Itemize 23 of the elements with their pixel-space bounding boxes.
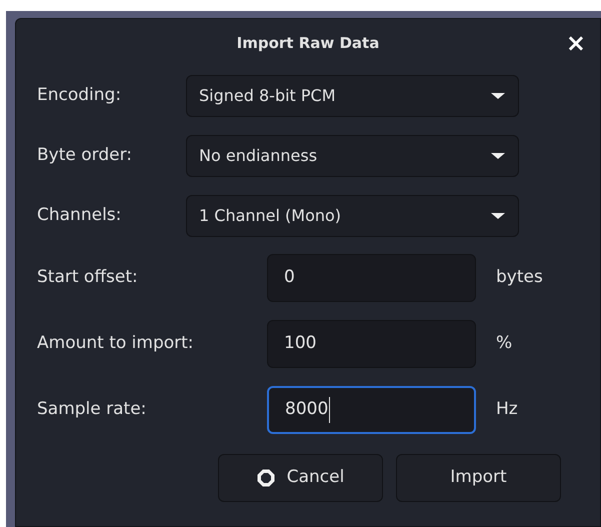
field-label: Channels: (36, 204, 122, 228)
field-label: Sample rate: (36, 398, 148, 422)
stop-icon (256, 469, 275, 487)
unit-label: % (496, 332, 512, 356)
field-label: Amount to import: (36, 332, 195, 356)
input-field[interactable]: 0 (267, 254, 476, 302)
caret-icon (490, 152, 506, 160)
dropdown[interactable]: Signed 8-bit PCM (186, 75, 519, 117)
field-label: Encoding: (36, 84, 122, 108)
caret-icon (490, 92, 506, 100)
cancel-button[interactable]: Cancel (218, 454, 383, 502)
import-button[interactable]: Import (396, 454, 561, 502)
dropdown[interactable]: No endianness (186, 135, 519, 177)
field-label: Byte order: (36, 144, 134, 168)
dropdown[interactable]: 1 Channel (Mono) (186, 195, 519, 237)
caret-icon (490, 212, 506, 220)
field-label: Start offset: (36, 266, 139, 290)
input-field[interactable]: 8000 (267, 386, 476, 434)
unit-label: Hz (496, 398, 518, 422)
close-button[interactable]: × (566, 31, 586, 55)
window-title: Import Raw Data (236, 32, 380, 54)
unit-label: bytes (496, 266, 543, 290)
input-field[interactable]: 100 (267, 320, 476, 368)
